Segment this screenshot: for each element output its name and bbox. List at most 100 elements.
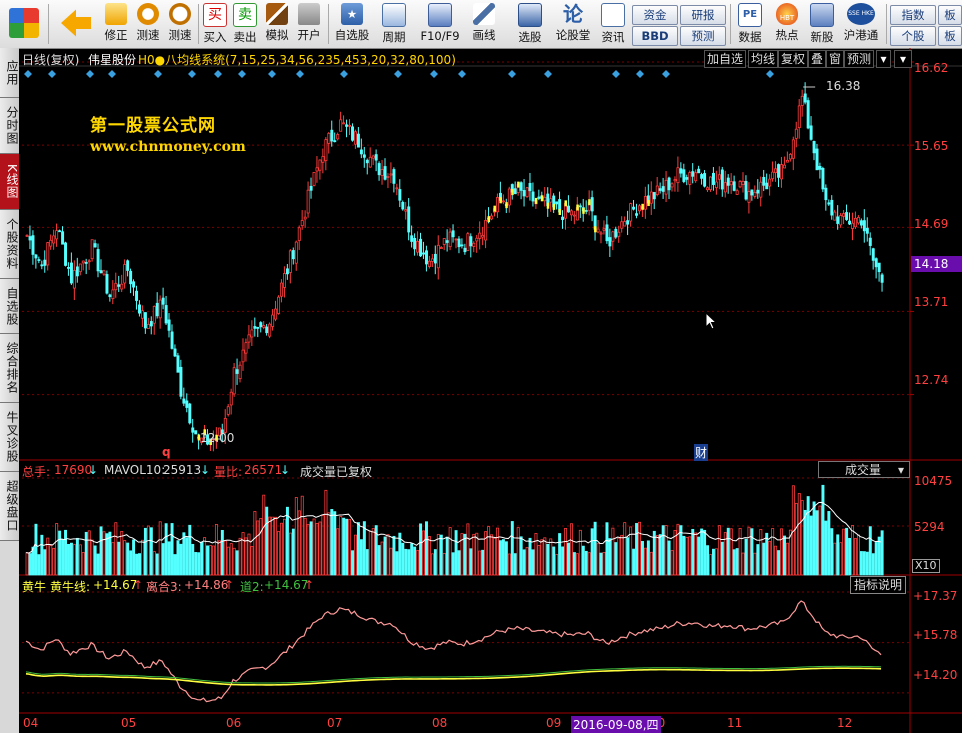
volume-bar bbox=[182, 532, 186, 576]
candle-body bbox=[777, 164, 781, 178]
finance-marker[interactable]: 财 bbox=[694, 444, 709, 461]
volume-selector[interactable]: 成交量 ▾ bbox=[818, 461, 910, 478]
overlay-button[interactable]: 叠 bbox=[808, 50, 827, 68]
volume-bar bbox=[466, 523, 470, 576]
candle-body bbox=[146, 323, 150, 329]
volume-bar bbox=[120, 531, 124, 576]
volume-bar bbox=[821, 484, 825, 576]
down-arrow-icon: ↓ bbox=[200, 463, 211, 477]
volume-bar bbox=[481, 549, 485, 576]
volume-bar bbox=[362, 521, 366, 576]
ma-button[interactable]: 均线 bbox=[748, 50, 779, 68]
volume-bar bbox=[777, 550, 781, 576]
candle-body bbox=[780, 164, 784, 180]
signal-diamond-icon bbox=[430, 70, 438, 78]
volume-bar bbox=[117, 541, 121, 576]
volume-bar bbox=[880, 530, 884, 576]
signal-diamond-icon bbox=[48, 70, 56, 78]
volume-bar bbox=[661, 525, 665, 576]
candle-body bbox=[34, 254, 38, 259]
volume-tick: 5294 bbox=[914, 520, 945, 534]
volume-bar bbox=[448, 527, 452, 576]
adjust-button[interactable]: 复权 bbox=[778, 50, 809, 68]
candle-body bbox=[416, 240, 420, 253]
volume-bar bbox=[543, 537, 547, 576]
menu-button[interactable]: ▾ bbox=[894, 50, 912, 68]
volume-bar bbox=[590, 528, 594, 576]
volume-bar bbox=[214, 523, 218, 576]
candle-body bbox=[824, 187, 828, 201]
candle-body bbox=[771, 171, 775, 180]
candle-body bbox=[185, 400, 189, 408]
signal-mark bbox=[517, 181, 520, 188]
candle-body bbox=[688, 172, 692, 185]
volume-bar bbox=[140, 539, 144, 576]
forecast-chart-button[interactable]: 预测 bbox=[844, 50, 875, 68]
volume-bar bbox=[152, 551, 156, 576]
indicator-help-button[interactable]: 指标说明 bbox=[850, 576, 907, 594]
volume-bar bbox=[333, 511, 337, 576]
candle-body bbox=[569, 210, 573, 216]
volume-bar bbox=[516, 527, 520, 576]
q-marker: q bbox=[162, 445, 171, 459]
period-label[interactable]: 日线(复权) bbox=[22, 51, 79, 68]
month-label: 07 bbox=[327, 716, 343, 730]
window-button[interactable]: 窗 bbox=[826, 50, 845, 68]
volume-bar bbox=[759, 529, 763, 576]
candle-body bbox=[856, 217, 860, 224]
indicator-line3-value: +14.67 bbox=[264, 578, 309, 592]
volume-bar bbox=[93, 545, 97, 576]
volume-bar bbox=[856, 534, 860, 576]
volume-bar bbox=[126, 542, 130, 576]
add-watchlist-button[interactable]: 加自选 bbox=[704, 50, 747, 68]
indicator-title[interactable]: H0●八均线系统(7,15,25,34,56,235,453,20,32,80,… bbox=[138, 51, 456, 68]
volume-ratio-value: 26571 bbox=[244, 463, 283, 477]
volume-bar bbox=[197, 552, 201, 576]
up-arrow-icon: ↑ bbox=[133, 578, 144, 592]
candle-body bbox=[874, 258, 878, 268]
volume-bar bbox=[111, 542, 115, 576]
volume-bar bbox=[345, 518, 349, 576]
volume-bar bbox=[386, 534, 390, 576]
candle-body bbox=[759, 181, 763, 198]
candle-body bbox=[365, 159, 369, 164]
signal-mark bbox=[588, 199, 591, 206]
candle-body bbox=[362, 154, 366, 158]
candle-body bbox=[383, 166, 387, 180]
volume-bar bbox=[365, 549, 369, 576]
volume-bar bbox=[623, 522, 627, 576]
volume-bar bbox=[75, 537, 79, 576]
volume-bar bbox=[877, 536, 881, 576]
volume-bar bbox=[81, 552, 85, 576]
candle-body bbox=[271, 314, 275, 327]
candle-body bbox=[753, 191, 757, 197]
signal-mark bbox=[499, 197, 502, 204]
volume-bar bbox=[226, 546, 230, 576]
volume-bar bbox=[522, 549, 526, 576]
volume-bar bbox=[294, 497, 298, 576]
up-arrow-icon: ↑ bbox=[304, 578, 315, 592]
up-arrow-icon: ↑ bbox=[224, 578, 235, 592]
volume-bar bbox=[632, 548, 636, 576]
kline-chart[interactable] bbox=[0, 0, 962, 733]
volume-bar bbox=[836, 534, 840, 576]
chevron-down-icon[interactable]: ▾ bbox=[876, 50, 891, 68]
volume-bar bbox=[501, 539, 505, 576]
candle-body bbox=[111, 289, 115, 299]
candle-body bbox=[543, 196, 547, 202]
volume-bar bbox=[575, 553, 579, 576]
volume-bar bbox=[652, 530, 656, 576]
candle-body bbox=[463, 247, 467, 253]
volume-bar bbox=[818, 505, 822, 576]
candle-body bbox=[87, 260, 91, 263]
signal-diamond-icon bbox=[662, 70, 670, 78]
candle-body bbox=[578, 205, 582, 208]
candle-body bbox=[827, 202, 831, 205]
candle-body bbox=[768, 178, 772, 187]
volume-bar bbox=[37, 554, 41, 576]
candle-body bbox=[49, 239, 53, 247]
candle-body bbox=[155, 302, 159, 317]
volume-bar bbox=[102, 531, 106, 576]
candle-body bbox=[256, 326, 260, 329]
candle-body bbox=[55, 230, 59, 240]
